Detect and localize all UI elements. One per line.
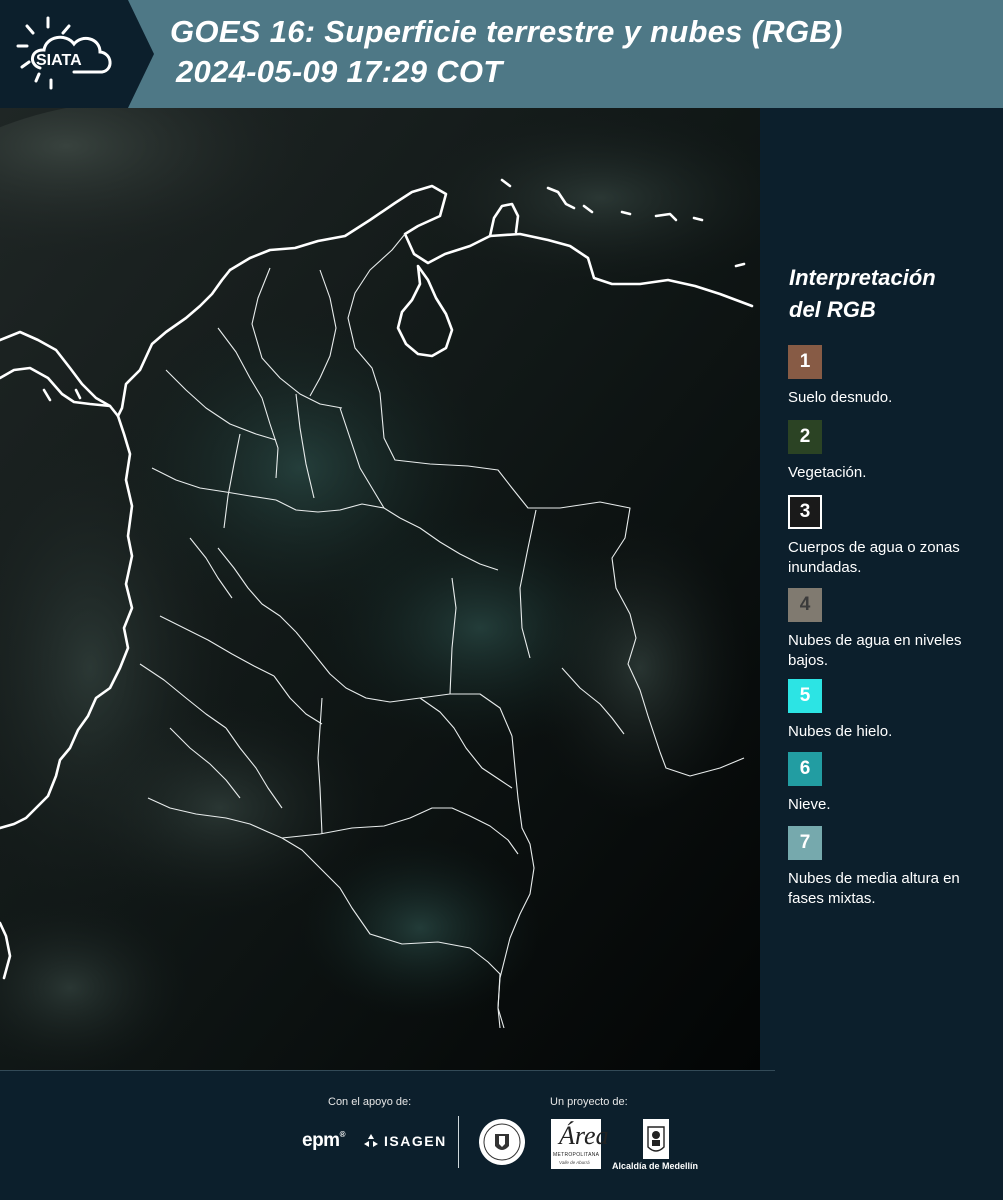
siata-logo-icon: SIATA [16,16,112,90]
timestamp: 2024-05-09 17:29 COT [176,54,503,89]
legend-title: Interpretación del RGB [789,262,989,326]
legend-label: Nubes de agua en niveles bajos. [788,632,962,669]
university-seal-icon [479,1119,525,1165]
epm-logo-text: epm [302,1130,340,1151]
legend-item-3: 3 Cuerpos de agua o zonas inundadas. [788,495,998,578]
logo-divider [458,1116,459,1168]
legend-item-6: 6 Nieve. [788,752,998,815]
legend-label: Nubes de hielo. [788,723,893,740]
metro-logo-title: Área [559,1121,609,1150]
alcaldia-logo-text: Alcaldía de Medellín [612,1161,699,1171]
alcaldia-shield-icon [643,1119,669,1159]
legend-title-line1: Interpretación [789,265,936,290]
footer-divider [0,1070,775,1071]
project-label: Un proyecto de: [550,1096,628,1108]
legend-swatch: 2 [788,420,822,454]
legend-swatch: 1 [788,345,822,379]
legend-swatch: 3 [788,495,822,529]
metro-logo-tagline: Valle de Aburrá [559,1160,590,1165]
svg-text:SIATA: SIATA [36,52,82,69]
support-label: Con el apoyo de: [328,1096,412,1108]
isagen-mark-icon [364,1134,378,1147]
logo-chevron [128,0,154,108]
page-title: GOES 16: Superficie terrestre y nubes (R… [170,14,843,49]
legend-label: Suelo desnudo. [788,389,893,406]
legend-label: Cuerpos de agua o zonas inundadas. [788,539,960,576]
legend-item-4: 4 Nubes de agua en niveles bajos. [788,588,998,671]
legend-swatch: 4 [788,588,822,622]
isagen-logo-text: ISAGEN [384,1133,447,1149]
legend-item-2: 2 Vegetación. [788,420,998,483]
logo-container: SIATA [0,0,128,108]
page-footer: Con el apoyo de: Un proyecto de: epm® IS… [0,1070,1003,1200]
legend-label: Nieve. [788,796,831,813]
rgb-legend: Interpretación del RGB 1 Suelo desnudo. … [760,108,1003,1070]
legend-item-7: 7 Nubes de media altura en fases mixtas. [788,826,998,909]
legend-item-5: 5 Nubes de hielo. [788,679,998,742]
isagen-logo: ISAGEN [362,1132,447,1150]
legend-label: Nubes de media altura en fases mixtas. [788,870,960,907]
satellite-map [0,108,760,1070]
satellite-image [0,108,760,1070]
legend-swatch: 6 [788,752,822,786]
legend-swatch: 7 [788,826,822,860]
legend-title-line2: del RGB [789,297,876,322]
metro-logo-subtitle: METROPOLITANA [553,1152,600,1158]
page-header: SIATA GOES 16: Superficie terrestre y nu… [0,0,1003,108]
legend-item-1: 1 Suelo desnudo. [788,345,998,408]
area-metropolitana-logo: Área METROPOLITANA Valle de Aburrá [551,1119,609,1169]
epm-logo: epm® [302,1130,346,1151]
legend-label: Vegetación. [788,464,867,481]
legend-swatch: 5 [788,679,822,713]
